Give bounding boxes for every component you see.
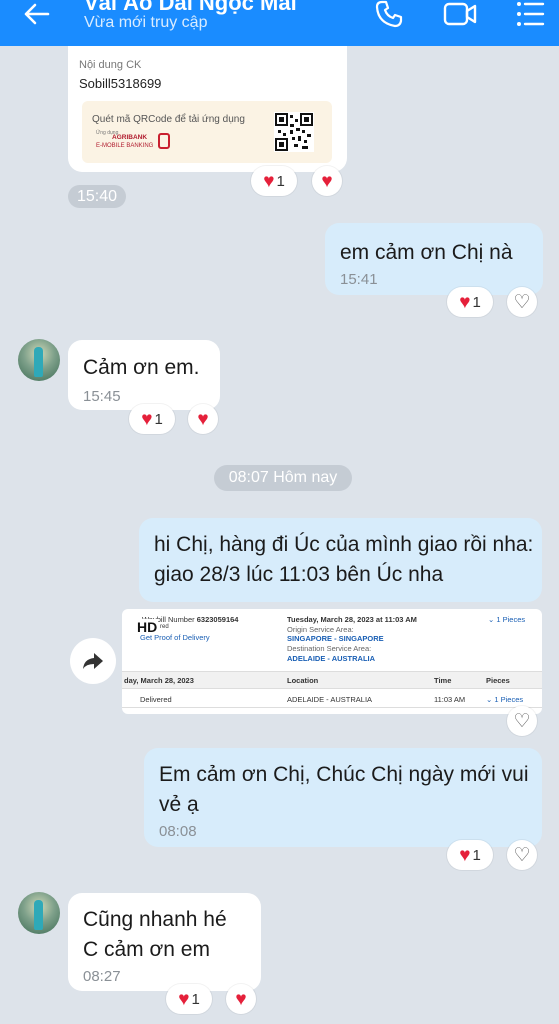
heart-icon: ♥ xyxy=(263,170,275,192)
mobile-banking-icon xyxy=(158,133,170,149)
origin-value: SINGAPORE - SINGAPORE xyxy=(287,634,384,643)
pieces-cell[interactable]: ⌄ 1 Pieces xyxy=(486,695,523,704)
delivery-datetime: Tuesday, March 28, 2023 at 11:03 AM xyxy=(287,615,417,624)
time-cell: 11:03 AM xyxy=(434,695,466,704)
message-time: 08:08 xyxy=(159,823,197,840)
message-bubble-outgoing[interactable]: Em cảm ơn Chị, Chúc Chị ngày mới vui vẻ … xyxy=(144,748,542,847)
timestamp-pill: 15:40 xyxy=(68,185,126,208)
message-bubble-incoming[interactable]: Cũng nhanh hé C cảm ơn em 08:27 xyxy=(68,893,261,991)
heart-outline-icon: ♡ xyxy=(513,710,531,732)
forward-button[interactable] xyxy=(70,638,116,684)
react-button[interactable]: ♥ xyxy=(312,166,342,196)
col-time: Time xyxy=(434,676,452,685)
message-text: Cũng nhanh hé C cảm ơn em xyxy=(83,908,227,961)
bank-app-name: E-MOBILE BANKING xyxy=(96,143,154,149)
reaction-summary[interactable]: ♥ 1 xyxy=(129,404,175,434)
pieces-top[interactable]: ⌄ 1 Pieces xyxy=(488,615,525,624)
heart-icon: ♥ xyxy=(459,844,471,866)
reaction-count: 1 xyxy=(191,990,200,1008)
qr-banner[interactable]: Quét mã QRCode để tải ứng dụng Ứng dụng … xyxy=(82,101,332,163)
menu-list-icon xyxy=(517,2,545,26)
avatar[interactable] xyxy=(18,339,60,381)
red-label: red xyxy=(160,624,169,630)
heart-icon: ♥ xyxy=(197,408,209,430)
forward-icon xyxy=(83,653,103,669)
react-button[interactable]: ♥ xyxy=(226,984,256,1014)
origin-label: Origin Service Area: xyxy=(287,625,354,634)
heart-icon: ♥ xyxy=(141,408,153,430)
heart-outline-icon: ♡ xyxy=(513,291,531,313)
transfer-content-label: Nội dung CK xyxy=(79,59,142,71)
react-button[interactable]: ♡ xyxy=(507,706,537,736)
pieces-cell-text: 1 Pieces xyxy=(494,695,524,704)
back-arrow-icon xyxy=(24,3,50,25)
waybill-number: 6323059164 xyxy=(196,615,239,624)
message-text: hi Chị, hàng đi Úc của mình giao rồi nha… xyxy=(154,533,534,586)
message-time: 15:45 xyxy=(83,388,121,405)
video-call-icon xyxy=(443,2,477,26)
transfer-content-value: Sobill5318699 xyxy=(79,76,162,91)
message-text: Cảm ơn em. xyxy=(83,356,200,379)
date-separator: 08:07 Hôm nay xyxy=(214,465,352,491)
reaction-summary[interactable]: ♥ 1 xyxy=(251,166,297,196)
heart-icon: ♥ xyxy=(321,170,333,192)
pieces-top-text: 1 Pieces xyxy=(496,615,526,624)
destination-value: ADELAIDE - AUSTRALIA xyxy=(287,654,376,663)
reaction-summary[interactable]: ♥ 1 xyxy=(166,984,212,1014)
reaction-summary[interactable]: ♥ 1 xyxy=(447,840,493,870)
message-time: 15:41 xyxy=(340,271,378,288)
qr-note: Quét mã QRCode để tải ứng dụng xyxy=(92,114,245,125)
reaction-count: 1 xyxy=(472,846,481,864)
row-date: day, March 28, 2023 xyxy=(124,676,194,685)
message-bubble-incoming[interactable]: Cảm ơn em. 15:45 xyxy=(68,340,220,410)
avatar[interactable] xyxy=(18,892,60,934)
delivery-screenshot-image[interactable]: Waybill Number 6323059164 HD red Get Pro… xyxy=(122,609,542,714)
heart-icon: ♥ xyxy=(178,988,190,1010)
bank-name: AGRIBANK xyxy=(112,134,148,141)
message-bubble-outgoing[interactable]: hi Chị, hàng đi Úc của mình giao rồi nha… xyxy=(139,518,542,602)
react-button[interactable]: ♥ xyxy=(188,404,218,434)
reaction-count: 1 xyxy=(276,172,285,190)
transfer-card[interactable]: Nội dung CK Sobill5318699 Quét mã QRCode… xyxy=(68,46,347,172)
react-button[interactable]: ♡ xyxy=(507,840,537,870)
location-cell: ADELAIDE - AUSTRALIA xyxy=(287,695,373,704)
menu-button[interactable] xyxy=(510,0,550,32)
reaction-summary[interactable]: ♥ 1 xyxy=(447,287,493,317)
message-text: Em cảm ơn Chị, Chúc Chị ngày mới vui vẻ … xyxy=(159,763,529,816)
heart-icon: ♥ xyxy=(459,291,471,313)
react-button[interactable]: ♡ xyxy=(507,287,537,317)
message-time: 08:27 xyxy=(83,968,121,985)
chat-header: Vải Áo Dài Ngọc Mai Vừa mới truy cập xyxy=(0,0,559,46)
destination-label: Destination Service Area: xyxy=(287,644,372,653)
status-cell: Delivered xyxy=(140,695,172,704)
contact-status: Vừa mới truy cập xyxy=(84,14,208,31)
qr-code-icon xyxy=(274,112,314,152)
message-bubble-outgoing[interactable]: em cảm ơn Chị nà 15:41 xyxy=(325,223,543,295)
proof-of-delivery-link[interactable]: Get Proof of Delivery xyxy=(140,633,210,642)
phone-icon xyxy=(375,0,403,28)
table-header: day, March 28, 2023 Location Time Pieces xyxy=(122,671,542,689)
heart-outline-icon: ♡ xyxy=(513,844,531,866)
col-pieces: Pieces xyxy=(486,676,510,685)
back-button[interactable] xyxy=(22,0,62,28)
col-location: Location xyxy=(287,676,319,685)
table-row: Delivered ADELAIDE - AUSTRALIA 11:03 AM … xyxy=(122,690,542,708)
call-button[interactable] xyxy=(369,0,409,32)
video-call-button[interactable] xyxy=(440,0,480,32)
reaction-count: 1 xyxy=(472,293,481,311)
heart-icon: ♥ xyxy=(235,988,247,1010)
reaction-count: 1 xyxy=(154,410,163,428)
message-text: em cảm ơn Chị nà xyxy=(340,241,513,264)
